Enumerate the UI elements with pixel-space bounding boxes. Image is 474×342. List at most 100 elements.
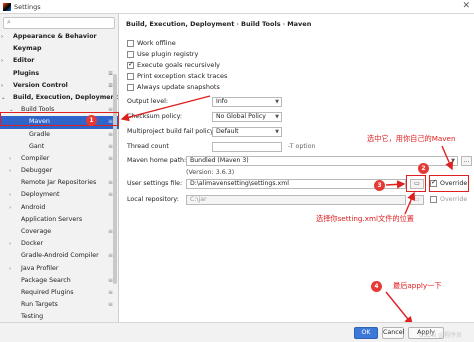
- thread-count-hint: -T option: [288, 143, 316, 150]
- chevron-down-icon: ▼: [275, 129, 279, 135]
- sidebar-item-gradle[interactable]: Gradle ≡: [0, 129, 119, 141]
- local-repository-override-label: Override: [440, 196, 468, 203]
- user-settings-label: User settings file:: [127, 180, 183, 187]
- sidebar-item-label: Application Servers: [21, 215, 83, 223]
- chevron-right-icon[interactable]: ›: [9, 263, 11, 275]
- execute-goals-checkbox[interactable]: [127, 60, 134, 69]
- chevron-right-icon[interactable]: ›: [9, 153, 11, 165]
- chevron-down-icon: ▼: [275, 99, 279, 105]
- sidebar-item-label: Java Profiler: [21, 264, 59, 272]
- sidebar-item-gant[interactable]: Gant ≡: [0, 141, 119, 153]
- plugin-registry-row[interactable]: Use plugin registry: [127, 49, 198, 59]
- sidebar-item-label: Version Control: [13, 81, 68, 89]
- intellij-app-icon: [3, 3, 11, 11]
- maven-home-value: Bundled (Maven 3): [190, 157, 249, 164]
- sidebar-item-label: Editor: [13, 57, 35, 65]
- work-offline-checkbox[interactable]: [127, 39, 134, 47]
- maven-home-browse-button[interactable]: ...: [461, 156, 472, 166]
- plugin-registry-label: Use plugin registry: [137, 50, 199, 58]
- sidebar-item-version-control[interactable]: › Version Control ≡: [0, 80, 119, 92]
- watermark-text: CSDN @程序员: [419, 332, 463, 339]
- sidebar-item-compiler[interactable]: › Compiler ≡: [0, 153, 119, 165]
- ok-button[interactable]: OK: [354, 327, 378, 339]
- chevron-right-icon[interactable]: ›: [1, 80, 3, 92]
- settings-search-input[interactable]: ⌕: [3, 17, 115, 29]
- sidebar-item-android[interactable]: › Android: [0, 202, 119, 214]
- chevron-right-icon[interactable]: ›: [1, 55, 3, 67]
- sidebar-scrollbar[interactable]: [113, 74, 117, 284]
- sidebar-item-coverage[interactable]: Coverage ≡: [0, 226, 119, 238]
- annotation-box-override: [429, 175, 469, 192]
- chevron-down-icon[interactable]: ⌄: [1, 92, 6, 104]
- sidebar-item-required-plugins[interactable]: Required Plugins ≡: [0, 287, 119, 299]
- sidebar-item-deployment[interactable]: › Deployment ≡: [0, 189, 119, 201]
- user-settings-file-input[interactable]: D:\alimavensetting\settings.xml: [186, 179, 406, 189]
- maven-home-label: Maven home path:: [127, 157, 187, 164]
- sidebar-item-java-profiler[interactable]: › Java Profiler: [0, 263, 119, 275]
- sidebar-item-label: Build, Execution, Deployment: [13, 93, 119, 101]
- local-repository-override[interactable]: Override: [430, 196, 467, 203]
- execute-goals-row[interactable]: Execute goals recursively: [127, 60, 220, 70]
- chevron-right-icon[interactable]: ›: [9, 202, 11, 214]
- sidebar-item-package-search[interactable]: Package Search ≡: [0, 275, 119, 287]
- output-level-label: Output level:: [127, 98, 168, 105]
- plugin-registry-checkbox[interactable]: [127, 50, 134, 58]
- local-repository-input[interactable]: C:\jar: [186, 195, 406, 205]
- always-update-row[interactable]: Always update snapshots: [127, 82, 220, 92]
- cancel-button[interactable]: Cancel: [382, 327, 404, 339]
- step-badge-2: 2: [418, 163, 429, 174]
- always-update-checkbox[interactable]: [127, 83, 134, 91]
- note-settings-location: 选择你setting.xml文件的位置: [316, 214, 414, 223]
- multiproject-policy-label: Multiproject build fail policy:: [127, 128, 216, 135]
- sidebar-item-label: Keymap: [13, 45, 42, 53]
- chevron-down-icon: ▼: [275, 114, 279, 120]
- sidebar-item-remote-jar-repositories[interactable]: Remote Jar Repositories ≡: [0, 177, 119, 189]
- breadcrumb-maven: Maven: [287, 20, 312, 28]
- settings-tree: › Appearance & Behavior Keymap › Editor Plugi…: [0, 31, 119, 324]
- maven-version-text: (Version: 3.6.3): [186, 169, 235, 176]
- sidebar-item-run-targets[interactable]: Run Targets ≡: [0, 299, 119, 311]
- local-repository-label: Local repository:: [127, 196, 179, 203]
- dialog-button-bar: OK Cancel Apply: [0, 322, 474, 342]
- window-title: Settings: [14, 3, 41, 11]
- close-icon[interactable]: ✕: [462, 1, 470, 11]
- sidebar-item-label: Docker: [21, 240, 44, 248]
- checksum-policy-label: Checksum policy:: [127, 113, 182, 120]
- sidebar-item-label: Gant: [29, 142, 45, 150]
- sidebar-item-plugins[interactable]: Plugins ≡: [0, 68, 119, 80]
- sidebar-item-gradle-android-compiler[interactable]: Gradle-Android Compiler ≡: [0, 250, 119, 262]
- print-exception-row[interactable]: Print exception stack traces: [127, 71, 227, 81]
- sidebar-item-docker[interactable]: › Docker: [0, 238, 119, 250]
- multiproject-policy-select[interactable]: Default ▼: [212, 127, 282, 137]
- sidebar-item-debugger[interactable]: › Debugger: [0, 165, 119, 177]
- thread-count-input[interactable]: [212, 142, 282, 152]
- sidebar-item-editor[interactable]: › Editor: [0, 55, 119, 67]
- sidebar-item-label: Required Plugins: [21, 288, 74, 296]
- sidebar-item-label: Package Search: [21, 276, 71, 284]
- chevron-right-icon[interactable]: ›: [1, 31, 3, 43]
- local-repository-override-checkbox[interactable]: [430, 196, 437, 203]
- sidebar-item-build-execution-deployment[interactable]: ⌄ Build, Execution, Deployment: [0, 92, 119, 104]
- multiproject-policy-value: Default: [216, 128, 239, 135]
- checksum-policy-select[interactable]: No Global Policy ▼: [212, 112, 282, 122]
- print-exception-checkbox[interactable]: [127, 72, 134, 80]
- always-update-label: Always update snapshots: [137, 83, 220, 91]
- chevron-right-icon[interactable]: ›: [9, 189, 11, 201]
- note-select-maven: 选中它，用你自己的Maven: [367, 134, 456, 143]
- sidebar-item-keymap[interactable]: Keymap: [0, 43, 119, 55]
- output-level-select[interactable]: Info ▼: [212, 97, 282, 107]
- sidebar-item-label: Run Targets: [21, 301, 58, 309]
- folder-icon[interactable]: ▭: [410, 195, 424, 205]
- chevron-down-icon: ▼: [451, 158, 455, 164]
- work-offline-label: Work offline: [137, 39, 176, 47]
- sidebar-item-label: Remote Jar Repositories: [21, 179, 97, 187]
- maven-home-select[interactable]: Bundled (Maven 3) ▼: [186, 156, 458, 166]
- breadcrumb-separator: ›: [236, 20, 240, 28]
- sidebar-item-application-servers[interactable]: Application Servers: [0, 214, 119, 226]
- sidebar-item-appearance-behavior[interactable]: › Appearance & Behavior: [0, 31, 119, 43]
- work-offline-row[interactable]: Work offline: [127, 38, 176, 48]
- chevron-right-icon[interactable]: ›: [9, 238, 11, 250]
- chevron-right-icon[interactable]: ›: [9, 165, 11, 177]
- step-badge-1: 1: [86, 115, 97, 126]
- sidebar-item-label: Gradle-Android Compiler: [21, 252, 99, 260]
